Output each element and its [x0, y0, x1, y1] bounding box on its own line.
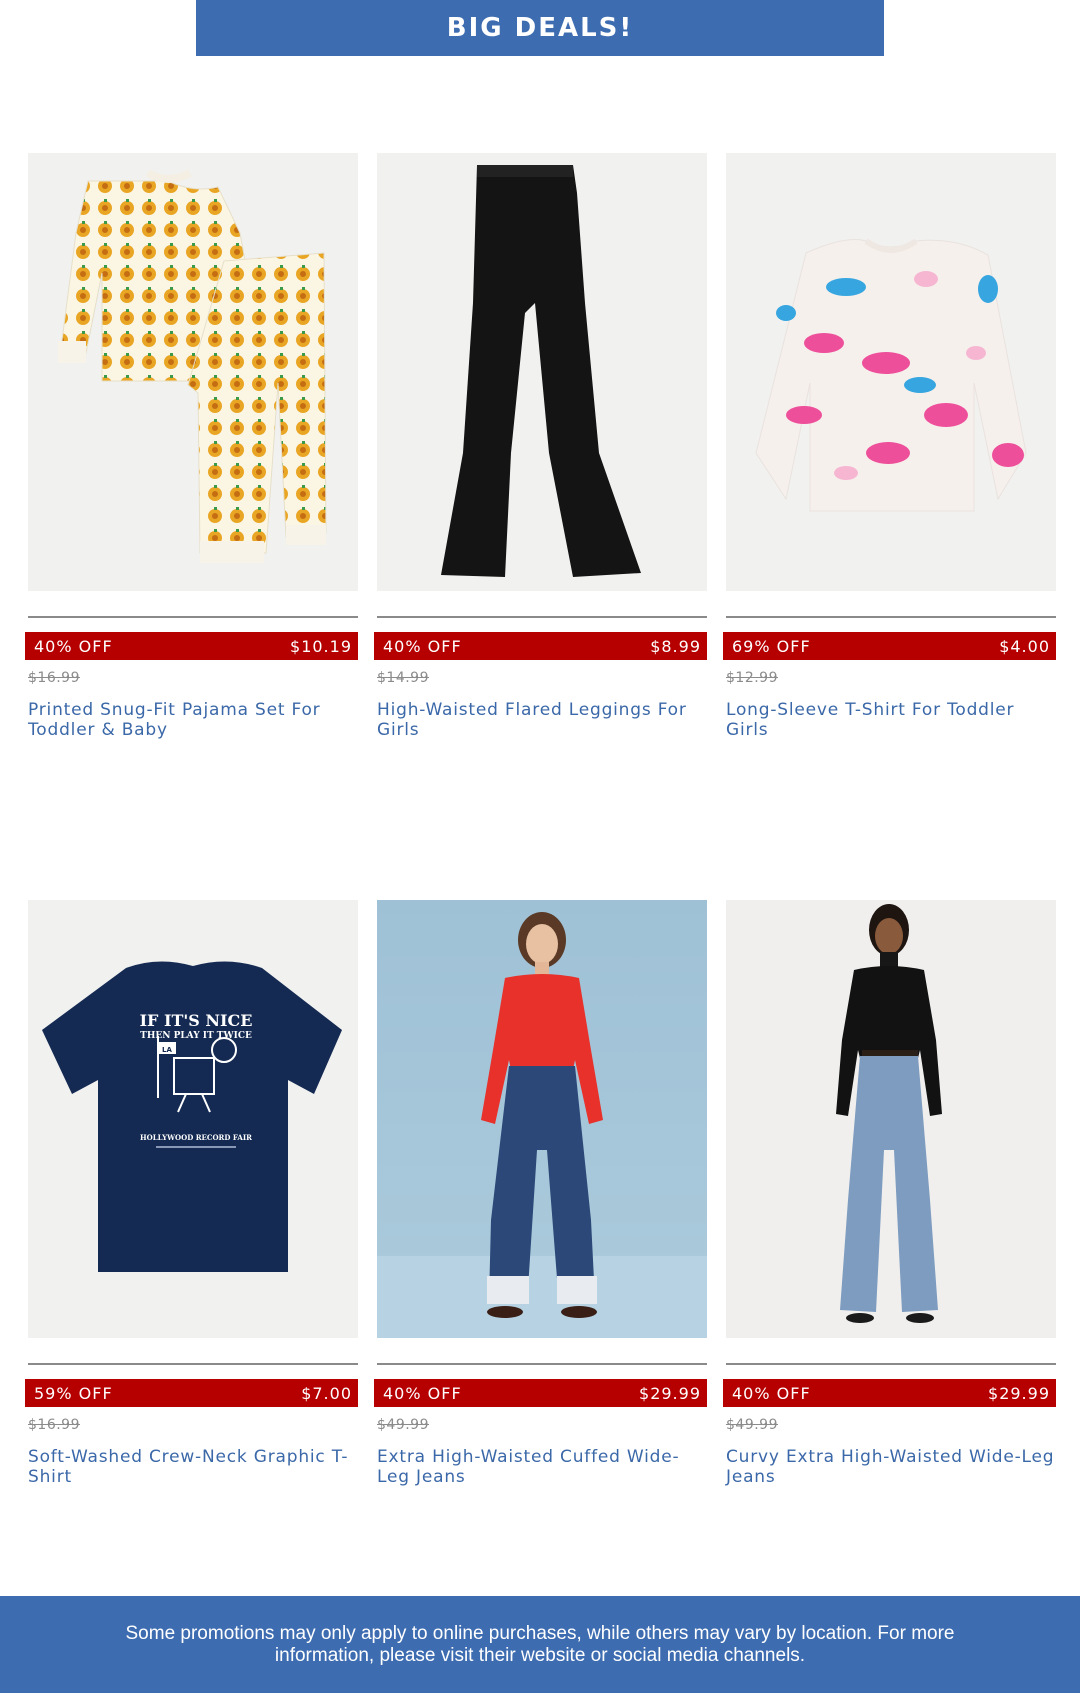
discount-badge: 40% OFF: [34, 636, 113, 656]
original-price: $14.99: [377, 670, 429, 686]
divider: [726, 616, 1056, 618]
original-price: $16.99: [28, 670, 80, 686]
sale-price: $4.00: [999, 636, 1050, 656]
banner-title: BIG DEALS!: [446, 13, 634, 43]
product-title-link[interactable]: Long-Sleeve T-Shirt For Toddler Girls: [726, 700, 1056, 740]
tshirt-flag-text: LA: [162, 1046, 172, 1054]
disclaimer-text: Some promotions may only apply to online…: [125, 1622, 955, 1666]
product-title-link[interactable]: High-Waisted Flared Leggings For Girls: [377, 700, 707, 740]
divider: [726, 1363, 1056, 1365]
pajama-set-image[interactable]: [28, 153, 358, 591]
product-card[interactable]: 69% OFF $4.00 $12.99 Long-Sleeve T-Shirt…: [723, 153, 1056, 740]
discount-badge: 59% OFF: [34, 1383, 113, 1403]
product-title-link[interactable]: Extra High-Waisted Cuffed Wide-Leg Jeans: [377, 1447, 707, 1487]
product-card[interactable]: IF IT'S NICE THEN PLAY IT TWICE LA HOLLY…: [25, 900, 358, 1487]
original-price: $49.99: [726, 1417, 778, 1433]
wide-leg-jeans-model-image[interactable]: [726, 900, 1056, 1338]
sale-price-bar: 59% OFF $7.00: [25, 1379, 358, 1407]
original-price: $49.99: [377, 1417, 429, 1433]
sale-price: $7.00: [301, 1383, 352, 1403]
sale-price-bar: 40% OFF $10.19: [25, 632, 358, 660]
divider: [28, 1363, 358, 1365]
divider: [377, 616, 707, 618]
original-price: $16.99: [28, 1417, 80, 1433]
product-title-link[interactable]: Printed Snug-Fit Pajama Set For Toddler …: [28, 700, 358, 740]
divider: [377, 1363, 707, 1365]
sale-price: $10.19: [290, 636, 352, 656]
sale-price: $29.99: [988, 1383, 1050, 1403]
sale-price-bar: 40% OFF $29.99: [374, 1379, 707, 1407]
product-card[interactable]: 40% OFF $8.99 $14.99 High-Waisted Flared…: [374, 153, 707, 740]
discount-badge: 40% OFF: [732, 1383, 811, 1403]
graphic-tshirt-image[interactable]: IF IT'S NICE THEN PLAY IT TWICE LA HOLLY…: [28, 900, 358, 1338]
product-card[interactable]: 40% OFF $10.19 $16.99 Printed Snug-Fit P…: [25, 153, 358, 740]
flared-leggings-image[interactable]: [377, 153, 707, 591]
discount-badge: 40% OFF: [383, 636, 462, 656]
tshirt-graphic-line2: THEN PLAY IT TWICE: [140, 1031, 252, 1041]
product-card[interactable]: 40% OFF $29.99 $49.99 Curvy Extra High-W…: [723, 900, 1056, 1487]
sale-price: $29.99: [639, 1383, 701, 1403]
cuffed-jeans-model-image[interactable]: [377, 900, 707, 1338]
divider: [28, 616, 358, 618]
promotions-disclaimer: Some promotions may only apply to online…: [0, 1596, 1080, 1693]
sale-price-bar: 40% OFF $29.99: [723, 1379, 1056, 1407]
product-title-link[interactable]: Soft-Washed Crew-Neck Graphic T-Shirt: [28, 1447, 358, 1487]
sale-price: $8.99: [650, 636, 701, 656]
product-title-link[interactable]: Curvy Extra High-Waisted Wide-Leg Jeans: [726, 1447, 1056, 1487]
tshirt-graphic-line1: IF IT'S NICE: [140, 1011, 253, 1030]
product-card[interactable]: 40% OFF $29.99 $49.99 Extra High-Waisted…: [374, 900, 707, 1487]
discount-badge: 40% OFF: [383, 1383, 462, 1403]
sale-price-bar: 69% OFF $4.00: [723, 632, 1056, 660]
tshirt-graphic-footer: HOLLYWOOD RECORD FAIR: [140, 1133, 252, 1142]
discount-badge: 69% OFF: [732, 636, 811, 656]
big-deals-banner: BIG DEALS!: [196, 0, 884, 56]
original-price: $12.99: [726, 670, 778, 686]
dino-tshirt-image[interactable]: [726, 153, 1056, 591]
sale-price-bar: 40% OFF $8.99: [374, 632, 707, 660]
